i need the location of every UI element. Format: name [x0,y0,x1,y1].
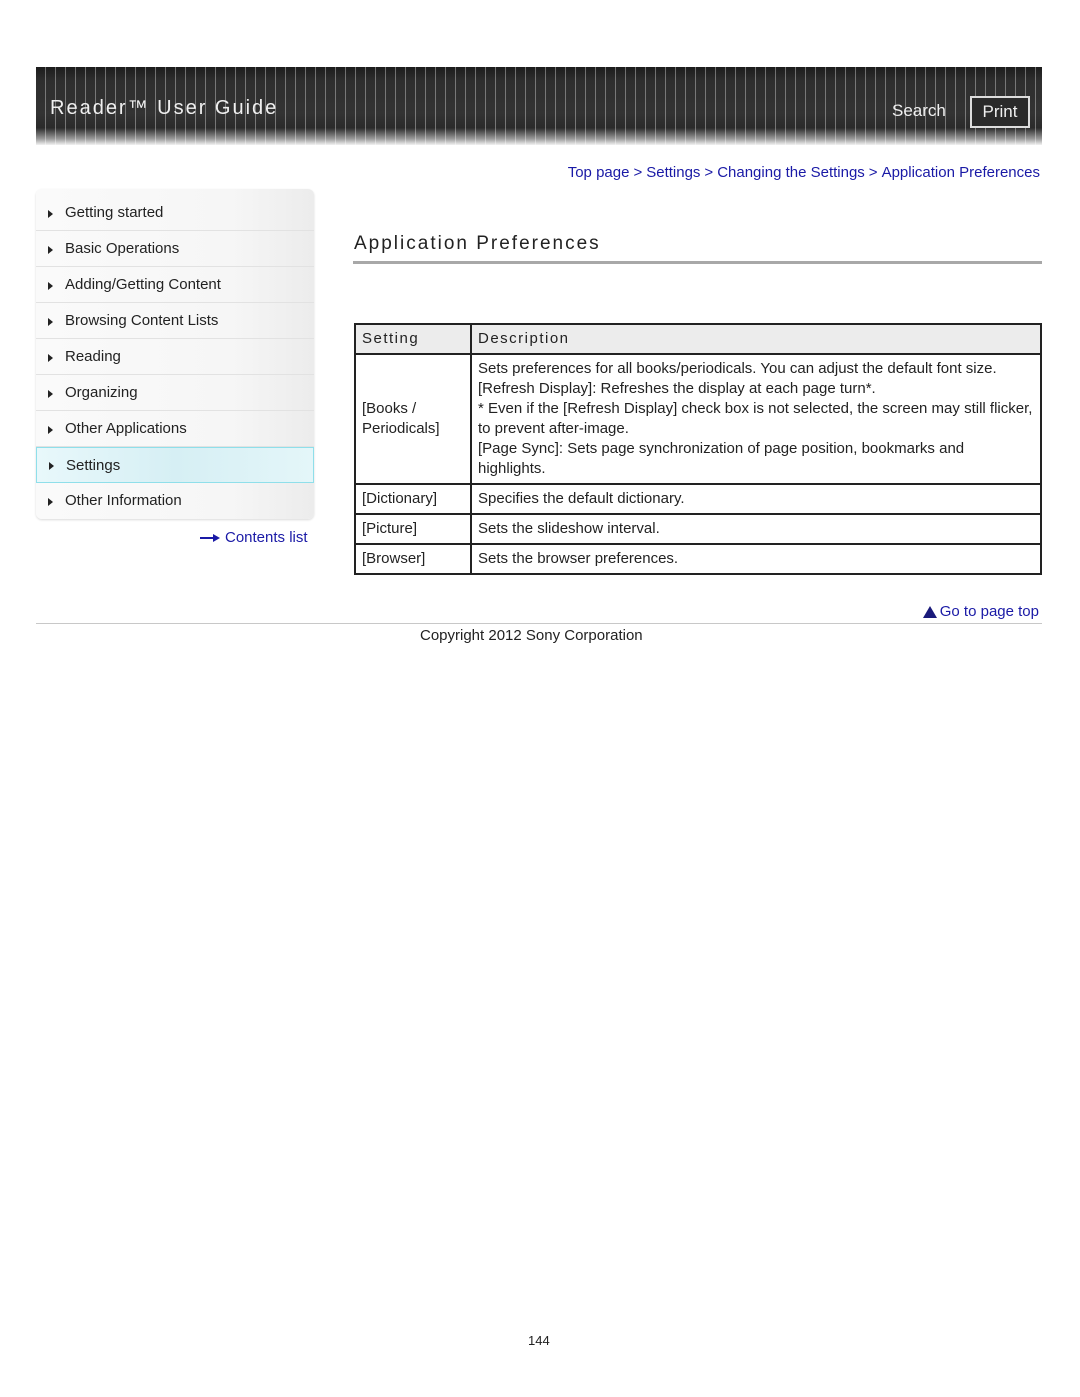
sidebar-item-label: Getting started [65,204,164,221]
triangle-right-icon [48,209,53,218]
sidebar-item-organizing[interactable]: Organizing [36,375,314,411]
triangle-right-icon [48,497,53,506]
triangle-right-icon [48,425,53,434]
description-line: [Refresh Display]: Refreshes the display… [478,380,876,397]
sidebar-item-label: Adding/Getting Content [65,276,221,293]
table-row: [Dictionary] Specifies the default dicti… [354,483,1042,515]
sidebar-item-label: Organizing [65,384,138,401]
triangle-right-icon [48,317,53,326]
table-header-row: Setting Description [354,323,1042,355]
breadcrumb-top-page[interactable]: Top page [568,164,630,181]
contents-list-link[interactable]: Contents list [200,529,308,546]
description-cell: Sets the slideshow interval. [470,513,1042,545]
table-row: [Browser] Sets the browser preferences. [354,543,1042,575]
sidebar-item-settings[interactable]: Settings [36,447,314,483]
sidebar-item-label: Basic Operations [65,240,180,257]
breadcrumb-application-preferences[interactable]: Application Preferences [882,164,1040,181]
contents-list-label: Contents list [225,529,308,546]
setting-cell: [Dictionary] [354,483,472,515]
description-line: Sets preferences for all books/periodica… [478,360,997,377]
sidebar-item-other-applications[interactable]: Other Applications [36,411,314,447]
sidebar-nav: Getting started Basic Operations Adding/… [36,189,314,519]
sidebar-item-getting-started[interactable]: Getting started [36,195,314,231]
settings-table: Setting Description [Books / Periodicals… [354,323,1042,575]
table-row: [Books / Periodicals] Sets preferences f… [354,353,1042,485]
header-banner: Reader™ User Guide Search Print [36,67,1042,145]
sidebar-item-label: Other Information [65,492,182,509]
triangle-right-icon [48,389,53,398]
triangle-right-icon [48,281,53,290]
setting-cell: [Browser] [354,543,472,575]
breadcrumb: Top page > Settings > Changing the Settings >… [568,164,1040,181]
setting-cell: [Books / Periodicals] [354,353,472,485]
triangle-right-icon [49,462,54,470]
description-cell: Sets the browser preferences. [470,543,1042,575]
setting-cell: [Picture] [354,513,472,545]
go-to-page-top-label: Go to page top [939,603,1039,620]
triangle-right-icon [48,245,53,254]
description-line: * Even if the [Refresh Display] check bo… [478,400,1033,437]
copyright-text: Copyright 2012 Sony Corporation [420,627,643,644]
description-cell: Specifies the default dictionary. [470,483,1042,515]
breadcrumb-separator: > [704,164,714,181]
footer-divider [36,623,1042,624]
sidebar-item-other-information[interactable]: Other Information [36,483,314,518]
sidebar-item-basic-operations[interactable]: Basic Operations [36,231,314,267]
sidebar-item-label: Browsing Content Lists [65,312,219,329]
sidebar-item-label: Reading [65,348,121,365]
description-line: [Page Sync]: Sets page synchronization o… [478,440,965,477]
sidebar-item-label: Other Applications [65,420,187,437]
sidebar-item-reading[interactable]: Reading [36,339,314,375]
arrow-right-icon [200,533,220,542]
breadcrumb-separator: > [633,164,643,181]
app-title: Reader™ User Guide [50,97,279,119]
table-row: [Picture] Sets the slideshow interval. [354,513,1042,545]
description-cell: Sets preferences for all books/periodica… [470,353,1042,485]
breadcrumb-settings[interactable]: Settings [646,164,700,181]
column-header-setting: Setting [354,323,472,355]
column-header-description: Description [470,323,1042,355]
title-divider [353,261,1042,264]
page-title: Application Preferences [354,233,601,254]
sidebar-item-browsing-content-lists[interactable]: Browsing Content Lists [36,303,314,339]
breadcrumb-separator: > [868,164,878,181]
search-button[interactable]: Search [892,101,946,121]
go-to-page-top-link[interactable]: Go to page top [922,603,1039,620]
print-button[interactable]: Print [970,96,1030,128]
sidebar-item-label: Settings [66,456,121,474]
page-number: 144 [528,1333,550,1348]
sidebar-item-adding-getting-content[interactable]: Adding/Getting Content [36,267,314,303]
breadcrumb-changing-the-settings[interactable]: Changing the Settings [717,164,865,181]
triangle-right-icon [48,353,53,362]
triangle-up-icon [922,605,937,618]
